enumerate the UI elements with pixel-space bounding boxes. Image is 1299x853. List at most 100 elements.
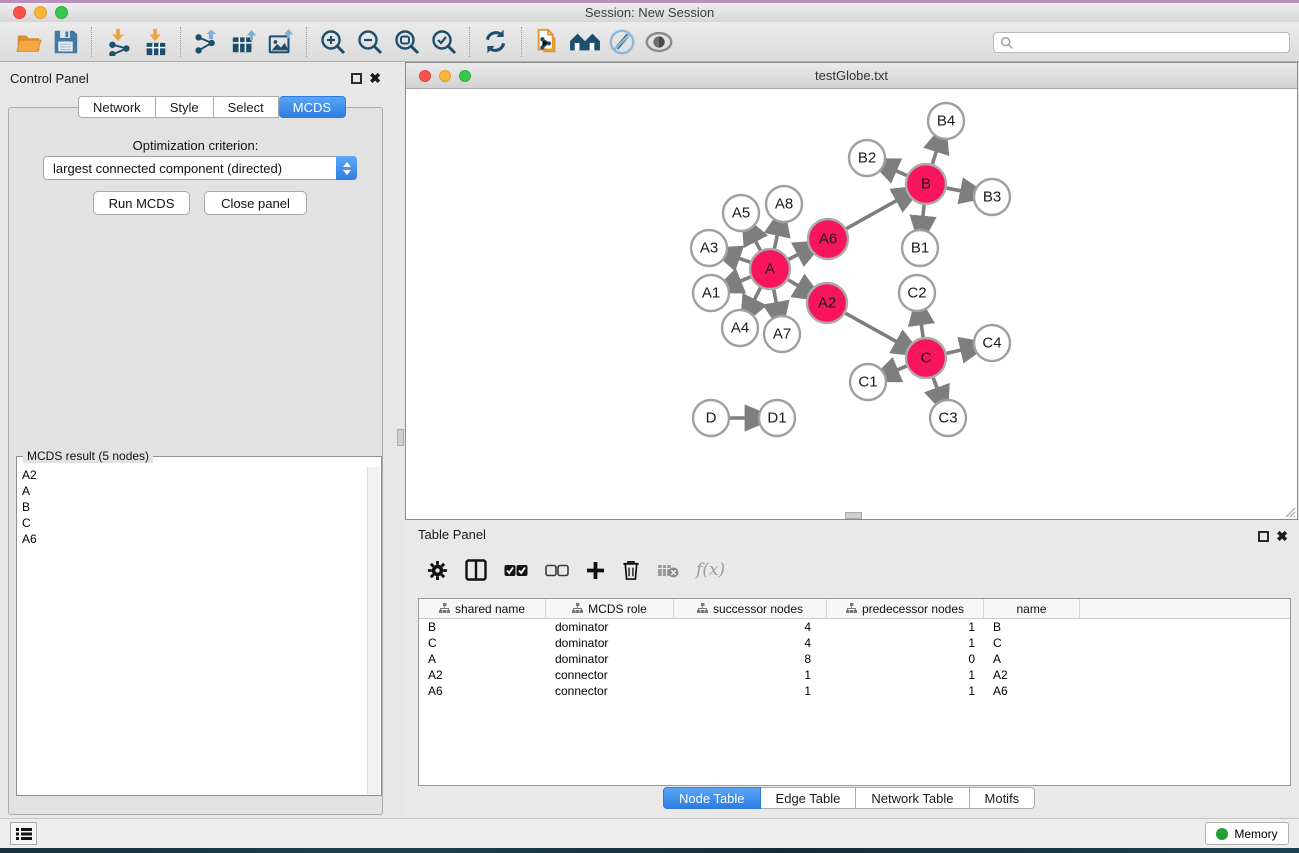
network-window-titlebar[interactable]: testGlobe.txt	[406, 63, 1297, 89]
result-item[interactable]: C	[22, 515, 367, 531]
table-cell[interactable]: dominator	[546, 652, 674, 666]
close-panel-icon[interactable]: ✖	[369, 70, 381, 87]
zoom-out-button[interactable]	[351, 25, 388, 59]
table-cell[interactable]: connector	[546, 684, 674, 698]
search-input[interactable]	[1014, 36, 1289, 50]
result-item[interactable]: A	[22, 483, 367, 499]
zoom-fit-button[interactable]	[388, 25, 425, 59]
tab-edge-table[interactable]: Edge Table	[761, 787, 857, 809]
hide-details-button[interactable]	[603, 25, 640, 59]
graph-edge-B-B2[interactable]	[894, 170, 907, 176]
table-cell[interactable]: 4	[674, 620, 827, 634]
function-builder-button[interactable]: f(x)	[696, 557, 725, 583]
tab-style[interactable]: Style	[156, 96, 214, 118]
graph-edge-B-B4[interactable]	[932, 149, 937, 164]
float-panel-icon[interactable]	[351, 73, 362, 84]
graph-edge-A2-C[interactable]	[845, 313, 899, 343]
table-row[interactable]: Cdominator41C	[419, 635, 1290, 651]
zoom-selected-button[interactable]	[425, 25, 462, 59]
task-history-button[interactable]	[10, 822, 37, 845]
graph-edge-B-B3[interactable]	[947, 188, 964, 191]
graph-edge-C-C4[interactable]	[946, 349, 963, 353]
tab-motifs[interactable]: Motifs	[970, 787, 1036, 809]
graph-edge-A-A6[interactable]	[789, 253, 801, 259]
table-row[interactable]: A6connector11A6	[419, 683, 1290, 699]
table-cell[interactable]: dominator	[546, 620, 674, 634]
clone-network-button[interactable]	[529, 25, 566, 59]
table-cell[interactable]: B	[419, 620, 546, 634]
zoom-in-button[interactable]	[314, 25, 351, 59]
graph-edge-A-A2[interactable]	[788, 280, 800, 287]
save-button[interactable]	[47, 25, 84, 59]
graph-edge-C-C3[interactable]	[933, 378, 938, 391]
graph-edge-C-C2[interactable]	[921, 322, 923, 337]
open-button[interactable]	[10, 25, 47, 59]
home-button[interactable]	[566, 25, 603, 59]
delete-column-button[interactable]	[622, 557, 640, 583]
table-cell[interactable]: C	[984, 636, 1080, 650]
resize-grip-icon[interactable]	[1282, 504, 1296, 518]
table-cell[interactable]: A2	[419, 668, 546, 682]
export-table-button[interactable]	[225, 25, 262, 59]
table-cell[interactable]: B	[984, 620, 1080, 634]
graph-edge-A-A5[interactable]	[754, 239, 760, 251]
column-header-shared-name[interactable]: shared name	[419, 599, 546, 618]
export-network-button[interactable]	[188, 25, 225, 59]
table-cell[interactable]: 4	[674, 636, 827, 650]
table-cell[interactable]: dominator	[546, 636, 674, 650]
export-image-button[interactable]	[262, 25, 299, 59]
network-canvas[interactable]: A5A8A3AA1A4A7A6A2B4B2BB3B1C2CC4C1C3DD1	[406, 89, 1297, 519]
mcds-result-list[interactable]: A2ABCA6	[18, 467, 367, 794]
table-row[interactable]: Bdominator41B	[419, 619, 1290, 635]
left-pane-grip[interactable]	[397, 429, 404, 446]
memory-button[interactable]: Memory	[1205, 822, 1289, 845]
refresh-button[interactable]	[477, 25, 514, 59]
eye-button[interactable]	[640, 25, 677, 59]
column-header-successor-nodes[interactable]: successor nodes	[674, 599, 827, 618]
float-table-panel-icon[interactable]	[1258, 531, 1269, 542]
tab-select[interactable]: Select	[214, 96, 279, 118]
graph-edge-A-A1[interactable]	[738, 277, 751, 282]
add-column-button[interactable]	[586, 557, 605, 583]
graph-edge-A-A8[interactable]	[774, 232, 777, 248]
gear-button[interactable]	[427, 557, 448, 583]
table-cell[interactable]: A	[419, 652, 546, 666]
deselect-all-button[interactable]	[545, 557, 569, 583]
table-cell[interactable]: 1	[827, 636, 984, 650]
table-row[interactable]: Adominator80A	[419, 651, 1290, 667]
select-all-button[interactable]	[504, 557, 528, 583]
tab-mcds[interactable]: MCDS	[279, 96, 346, 118]
run-mcds-button[interactable]: Run MCDS	[93, 191, 190, 215]
delete-table-button[interactable]	[657, 557, 679, 583]
node-table[interactable]: shared nameMCDS rolesuccessor nodesprede…	[418, 598, 1291, 786]
close-panel-button[interactable]: Close panel	[204, 191, 307, 215]
table-cell[interactable]: 1	[827, 668, 984, 682]
result-item[interactable]: A6	[22, 531, 367, 547]
table-cell[interactable]: connector	[546, 668, 674, 682]
table-cell[interactable]: 8	[674, 652, 827, 666]
table-cell[interactable]: 0	[827, 652, 984, 666]
table-cell[interactable]: 1	[827, 620, 984, 634]
graph-edge-B-B1[interactable]	[923, 205, 924, 219]
graph-edge-A6-B[interactable]	[846, 199, 899, 229]
table-cell[interactable]: A6	[419, 684, 546, 698]
tab-network[interactable]: Network	[78, 96, 156, 118]
result-item[interactable]: B	[22, 499, 367, 515]
table-cell[interactable]: A2	[984, 668, 1080, 682]
graph-edge-C-C1[interactable]	[895, 366, 907, 371]
import-table-button[interactable]	[136, 25, 173, 59]
table-cell[interactable]: 1	[674, 668, 827, 682]
graph-edge-A-A4[interactable]	[753, 288, 760, 302]
table-cell[interactable]: 1	[827, 684, 984, 698]
graph-edge-A-A7[interactable]	[774, 290, 777, 306]
tab-network-table[interactable]: Network Table	[856, 787, 969, 809]
table-row[interactable]: A2connector11A2	[419, 667, 1290, 683]
column-header-name[interactable]: name	[984, 599, 1080, 618]
table-cell[interactable]: A6	[984, 684, 1080, 698]
bottom-pane-grip[interactable]	[845, 512, 862, 519]
close-table-panel-icon[interactable]: ✖	[1276, 528, 1288, 545]
optimization-criterion-dropdown[interactable]: largest connected component (directed)	[43, 156, 357, 180]
table-cell[interactable]: A	[984, 652, 1080, 666]
import-network-button[interactable]	[99, 25, 136, 59]
column-header-MCDS-role[interactable]: MCDS role	[546, 599, 674, 618]
